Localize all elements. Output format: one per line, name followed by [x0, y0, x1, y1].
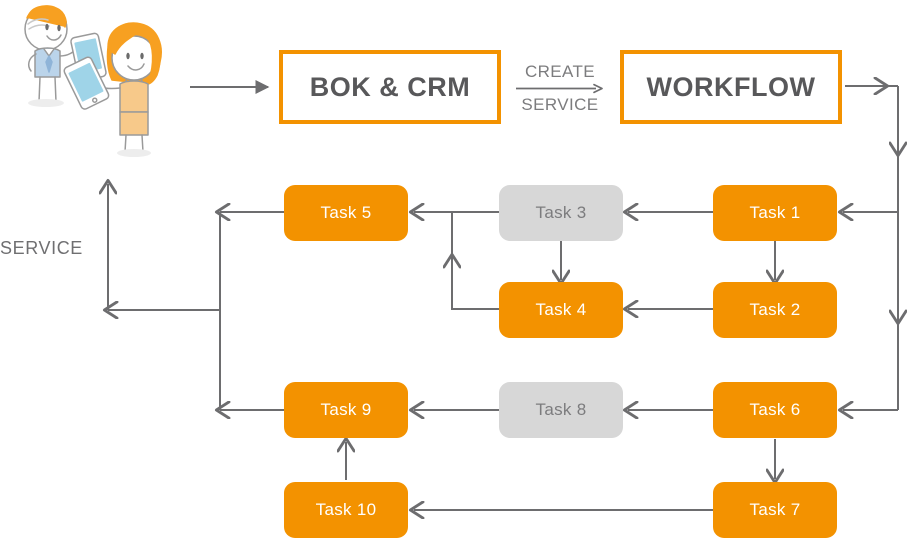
- task-node-label: Task 2: [749, 300, 801, 319]
- task-node-label: Task 9: [320, 400, 372, 419]
- task-node-task-2[interactable]: Task 2: [713, 282, 837, 338]
- task-node-task-1[interactable]: Task 1: [713, 185, 837, 241]
- task-node-task-4[interactable]: Task 4: [499, 282, 623, 338]
- task-node-label: Task 6: [749, 400, 801, 419]
- workflow-box[interactable]: WORKFLOW: [620, 50, 842, 124]
- task-node-task-7[interactable]: Task 7: [713, 482, 837, 538]
- create-service-connector: CREATE SERVICE: [508, 54, 612, 122]
- task-node-label: Task 8: [535, 400, 587, 419]
- task-node-label: Task 10: [315, 500, 377, 519]
- task-node-label: Task 5: [320, 203, 372, 222]
- task-node-task-6[interactable]: Task 6: [713, 382, 837, 438]
- task-node-task-10[interactable]: Task 10: [284, 482, 408, 538]
- task-node-label: Task 1: [749, 203, 801, 222]
- task-node-label: Task 4: [535, 300, 587, 319]
- service-label: SERVICE: [0, 238, 83, 258]
- task-node-task-5[interactable]: Task 5: [284, 185, 408, 241]
- task-node-task-3[interactable]: Task 3: [499, 185, 623, 241]
- create-service-bottom-label: SERVICE: [521, 94, 599, 114]
- workflow-diagram-canvas: BOK & CRM WORKFLOW CREATE SERVICE SERVIC…: [0, 0, 913, 540]
- task-node-label: Task 3: [535, 203, 587, 222]
- create-service-arrow-icon: [516, 83, 603, 93]
- edge-task4-to-task5-riser: [451, 213, 499, 310]
- bok-and-crm-box[interactable]: BOK & CRM: [279, 50, 501, 124]
- create-service-top-label: CREATE: [524, 61, 596, 81]
- task-node-label: Task 7: [749, 500, 801, 519]
- workflow-label: WORKFLOW: [646, 71, 816, 102]
- task-node-task-8[interactable]: Task 8: [499, 382, 623, 438]
- bok-and-crm-label: BOK & CRM: [309, 71, 471, 102]
- task-node-task-9[interactable]: Task 9: [284, 382, 408, 438]
